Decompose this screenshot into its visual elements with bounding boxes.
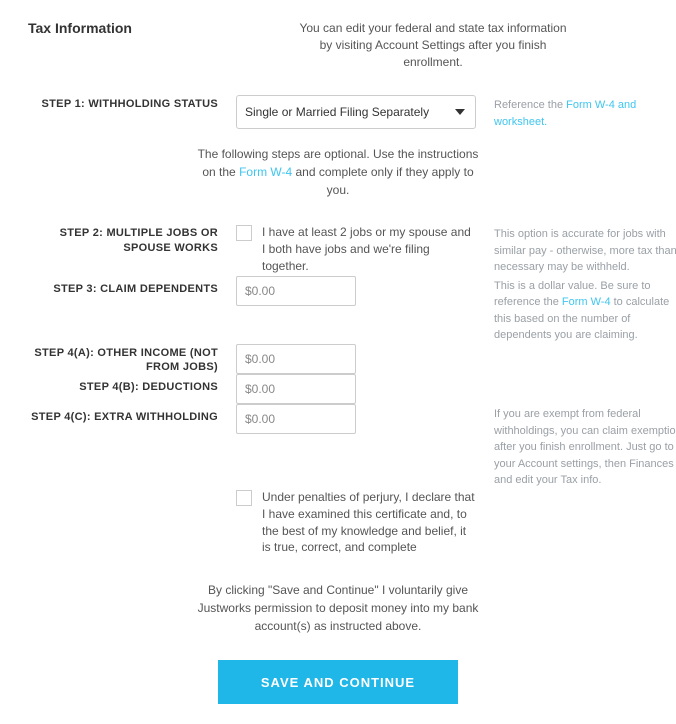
step4b-label: STEP 4(B): DEDUCTIONS [28,374,218,404]
step4c-label: STEP 4(C): EXTRA WITHHOLDING [28,404,218,489]
other-income-input[interactable] [236,344,356,374]
step2-label: STEP 2: MULTIPLE JOBS OR SPOUSE WORKS [28,224,218,276]
perjury-checkbox[interactable] [236,490,252,506]
extra-withholding-input[interactable] [236,404,356,434]
multiple-jobs-checkbox[interactable] [236,225,252,241]
optional-note: The following steps are optional. Use th… [193,145,483,199]
perjury-label[interactable]: Under penalties of perjury, I declare th… [262,489,476,556]
deductions-input[interactable] [236,374,356,404]
section-title: Tax Information [28,20,218,36]
step1-help: Reference the Form W-4 and worksheet. [494,95,676,130]
step4b-help [494,374,676,404]
step2-help: This option is accurate for jobs with si… [494,224,676,276]
perjury-spacer [28,489,218,556]
step4a-label: STEP 4(A): OTHER INCOME (NOT FROM JOBS) [28,344,218,375]
w4-link-optional[interactable]: Form W-4 [239,165,292,179]
step3-label: STEP 3: CLAIM DEPENDENTS [28,276,218,344]
claim-dependents-input[interactable] [236,276,356,306]
multiple-jobs-label[interactable]: I have at least 2 jobs or my spouse and … [262,224,476,274]
step1-label: STEP 1: WITHHOLDING STATUS [28,95,218,130]
withholding-status-select[interactable]: Single or Married Filing Separately [236,95,476,129]
disclosure-text: By clicking "Save and Continue" I volunt… [193,581,483,635]
step4c-help: If you are exempt from federal withholdi… [494,404,676,489]
intro-text: You can edit your federal and state tax … [293,20,573,70]
step3-help: This is a dollar value. Be sure to refer… [494,276,676,344]
w4-link-step3[interactable]: Form W-4 [562,296,611,308]
step4a-help [494,344,676,375]
save-continue-button[interactable]: SAVE AND CONTINUE [218,660,458,704]
perjury-help-spacer [494,489,676,556]
